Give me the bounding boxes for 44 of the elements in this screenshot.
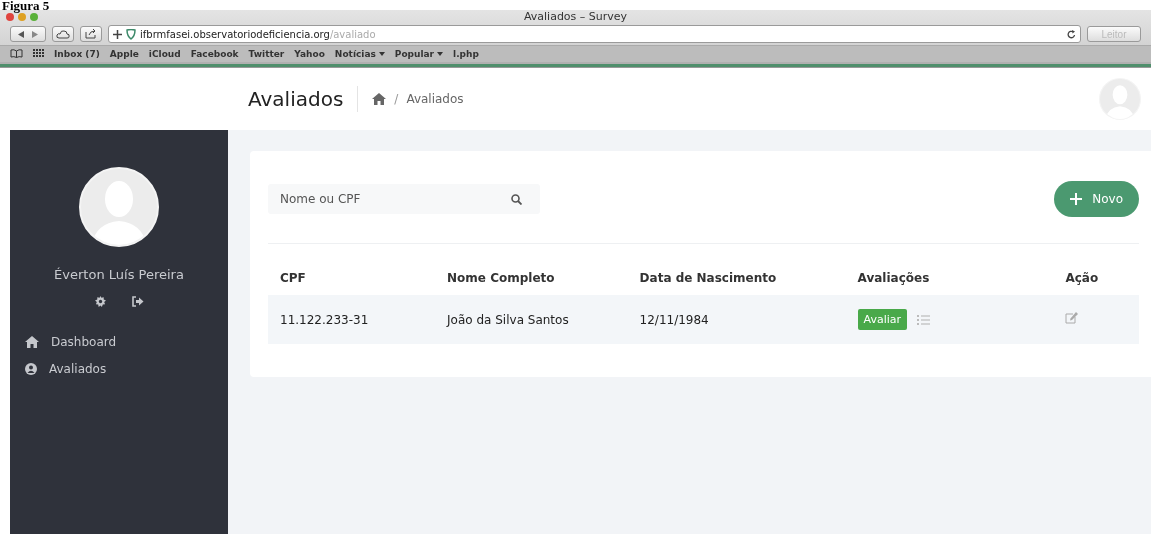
column-header: Ação (1053, 261, 1139, 295)
breadcrumb-item[interactable]: Avaliados (406, 92, 464, 106)
plus-icon[interactable] (113, 29, 122, 39)
bookmark-item[interactable]: Inbox (7) (54, 49, 100, 59)
search-icon[interactable] (511, 194, 522, 205)
user-icon (25, 363, 37, 375)
caret-icon[interactable] (437, 52, 444, 56)
column-header: CPF (268, 261, 436, 295)
bookmark-item[interactable]: Notícias (334, 49, 376, 59)
new-button[interactable]: Novo (1054, 181, 1139, 217)
breadcrumb-separator: / (394, 92, 399, 106)
user-name: Éverton Luís Pereira (54, 267, 184, 282)
share-icon[interactable] (80, 26, 102, 42)
plus-icon (1070, 193, 1083, 205)
column-header: Nome Completo (435, 261, 628, 295)
caret-icon[interactable] (378, 52, 385, 56)
grid-icon[interactable] (33, 49, 44, 57)
bookmark-item[interactable]: Apple (109, 49, 139, 59)
search-field[interactable]: Nome ou CPF (268, 184, 540, 214)
page-title: Avaliados (248, 86, 359, 112)
reload-icon[interactable] (1067, 29, 1076, 39)
nav-item[interactable]: Dashboard (25, 335, 228, 349)
book-icon[interactable] (10, 49, 23, 58)
bookmark-item[interactable]: l.php (453, 49, 479, 59)
close-icon[interactable] (6, 12, 14, 21)
bookmark-item[interactable]: iCloud (148, 49, 181, 59)
home-icon[interactable] (372, 93, 387, 105)
logout-icon[interactable] (131, 296, 144, 307)
home-icon (25, 336, 39, 348)
table-cell: 12/11/1984 (627, 295, 846, 344)
column-header: Avaliações (845, 261, 1054, 295)
bookmark-item[interactable]: Popular (394, 49, 435, 59)
back-forward-buttons[interactable] (10, 26, 46, 42)
window-title: Avaliados – Survey (523, 10, 628, 23)
bookmark-item[interactable]: Yahoo (294, 49, 325, 59)
table-cell: João da Silva Santos (435, 295, 628, 344)
shield-icon (126, 28, 136, 40)
bookmark-item[interactable]: Facebook (190, 49, 239, 59)
bookmark-item[interactable]: Twitter (248, 49, 285, 59)
cloud-icon[interactable] (52, 26, 74, 42)
nav-item[interactable]: Avaliados (25, 362, 228, 376)
settings-icon[interactable] (94, 296, 106, 307)
column-header: Data de Nascimento (627, 261, 846, 295)
table-cell: 11.122.233-31 (268, 295, 436, 344)
